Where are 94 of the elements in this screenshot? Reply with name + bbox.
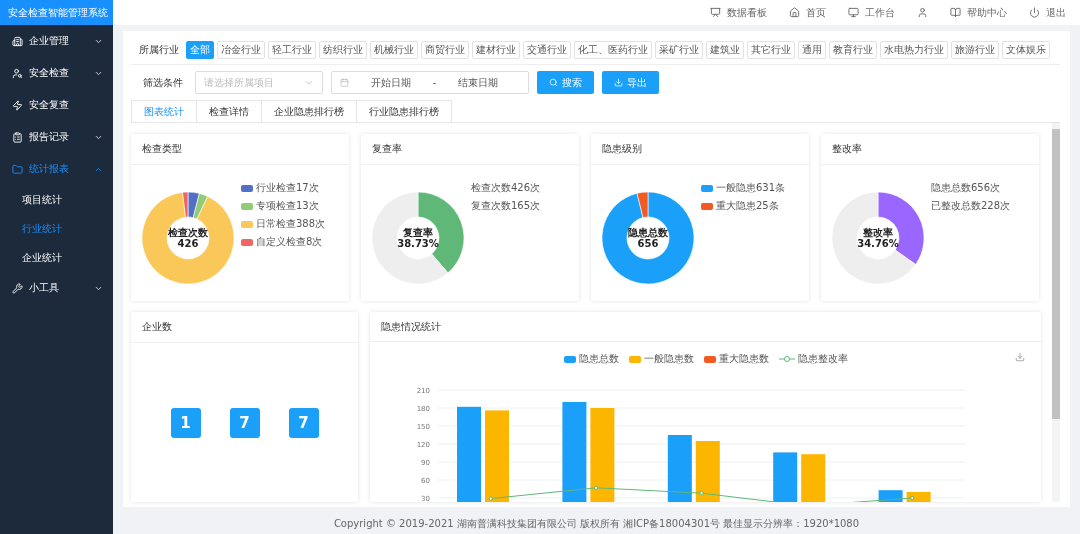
- calendar-icon: [340, 78, 349, 87]
- industry-tag[interactable]: 商贸行业: [421, 41, 469, 59]
- legend-text: 自定义检查8次: [256, 235, 323, 249]
- search-icon: [549, 78, 558, 87]
- person-search-icon: [12, 67, 23, 79]
- card-title: 隐患情况统计: [381, 319, 441, 334]
- tab[interactable]: 行业隐患排行榜: [356, 100, 452, 122]
- legend-text: 已整改总数228次: [931, 199, 1011, 213]
- download-icon: [614, 78, 623, 87]
- bar: [695, 441, 720, 502]
- donut-center-label: 整改率: [863, 227, 893, 238]
- industry-tag[interactable]: 机械行业: [370, 41, 418, 59]
- legend-text: 重大隐患数: [718, 352, 769, 367]
- bar: [801, 454, 826, 502]
- sidebar-subitem[interactable]: 项目统计: [0, 185, 113, 214]
- legend-text: 隐患总数656次: [931, 181, 1001, 195]
- line-point: [594, 485, 599, 491]
- card-title: 复查率: [372, 142, 402, 156]
- sidebar-subitem[interactable]: 行业统计: [0, 214, 113, 243]
- header-link[interactable]: 数据看板: [710, 5, 767, 20]
- card-title: 整改率: [832, 142, 862, 156]
- copyright-text: Copyright © 2019-2021 湖南普满科技集团有限公司 版权所有 湘ICP备18004301号 最佳显示分辨率：1920*1080: [333, 517, 860, 531]
- donut-center-label: 复查率: [403, 227, 433, 238]
- donut-center-value: 656: [637, 238, 659, 249]
- sidebar-item[interactable]: 报告记录: [0, 121, 113, 153]
- industry-tag[interactable]: 水电热力行业: [880, 41, 948, 59]
- presentation-icon: [710, 7, 721, 18]
- legend-text: 一般隐患631条: [716, 181, 786, 195]
- filter-label: 筛选条件: [143, 75, 183, 90]
- legend-text: 复查次数165次: [471, 199, 541, 213]
- scrollbar[interactable]: [1052, 123, 1060, 502]
- donut-center-label: 检查次数: [168, 227, 208, 238]
- user-icon: [917, 7, 928, 18]
- legend-text: 隐患整改率: [797, 352, 848, 367]
- header-link[interactable]: 帮助中心: [950, 5, 1007, 20]
- industry-tag[interactable]: 其它行业: [747, 41, 795, 59]
- clipboard-icon: [12, 131, 23, 143]
- legend-text: 检查次数426次: [471, 181, 541, 195]
- card-title: 检查类型: [142, 142, 182, 156]
- app-title: 安全检查智能管理系统: [0, 0, 113, 25]
- card-title: 企业数: [142, 320, 172, 334]
- industry-tag[interactable]: 教育行业: [829, 41, 877, 59]
- power-icon: [1029, 7, 1040, 18]
- sidebar-subitem[interactable]: 企业统计: [0, 243, 113, 272]
- industry-tag[interactable]: 建材行业: [472, 41, 520, 59]
- filter-label: 所属行业: [139, 43, 179, 57]
- home-icon: [789, 7, 800, 18]
- industry-tag[interactable]: 通用: [798, 41, 826, 59]
- sidebar-item[interactable]: 统计报表: [0, 153, 113, 185]
- card-title: 隐患级别: [602, 142, 642, 156]
- folder-icon: [12, 163, 23, 175]
- bar: [773, 452, 798, 502]
- legend-text: 隐患总数: [578, 352, 619, 367]
- wrench-icon: [12, 282, 23, 294]
- sidebar-item[interactable]: 安全复查: [0, 89, 113, 121]
- line-point: [699, 491, 704, 496]
- industry-tag[interactable]: 文体娱乐: [1002, 41, 1050, 59]
- legend-text: 重大隐患25条: [716, 199, 779, 213]
- donut-center-value: 38.73%: [397, 238, 439, 249]
- building-icon: [12, 35, 23, 47]
- donut-center-value: 34.76%: [857, 238, 899, 249]
- download-icon[interactable]: [1015, 352, 1025, 363]
- industry-tag[interactable]: 建筑业: [706, 41, 744, 59]
- header-link[interactable]: 工作台: [848, 5, 895, 20]
- count-digit: 7: [288, 407, 319, 438]
- count-digit: 1: [170, 407, 201, 438]
- donut-center-value: 426: [177, 238, 199, 249]
- line-point: [910, 496, 915, 501]
- header-link[interactable]: 首页: [789, 5, 826, 20]
- legend-text: 行业检查17次: [256, 181, 319, 195]
- industry-tag[interactable]: 冶金行业: [217, 41, 265, 59]
- legend-text: 日常检查388次: [256, 217, 326, 231]
- bar: [667, 435, 692, 502]
- industry-tag[interactable]: 旅游行业: [951, 41, 999, 59]
- legend-text: 一般隐患数: [643, 352, 694, 367]
- book-icon: [950, 7, 961, 18]
- industry-tag[interactable]: 纺织行业: [319, 41, 367, 59]
- industry-tag[interactable]: 化工、医药行业: [574, 41, 652, 59]
- sidebar-item[interactable]: 小工具: [0, 272, 113, 304]
- header-link[interactable]: 退出: [1029, 5, 1066, 20]
- user-menu[interactable]: [917, 7, 928, 18]
- monitor-icon: [848, 7, 859, 18]
- industry-tag[interactable]: 采矿行业: [655, 41, 703, 59]
- sidebar-item[interactable]: 安全检查: [0, 57, 113, 89]
- industry-tag[interactable]: 交通行业: [523, 41, 571, 59]
- donut-center-label: 隐患总数: [628, 227, 668, 238]
- line-point: [488, 496, 493, 501]
- count-digit: 7: [229, 407, 260, 438]
- bolt-icon: [12, 99, 23, 111]
- sidebar-item[interactable]: 企业管理: [0, 25, 113, 57]
- legend-text: 专项检查13次: [256, 199, 319, 213]
- date-range-field[interactable]: 开始日期 - 结束日期: [331, 71, 529, 94]
- bar: [906, 492, 931, 502]
- industry-tag[interactable]: 轻工行业: [268, 41, 316, 59]
